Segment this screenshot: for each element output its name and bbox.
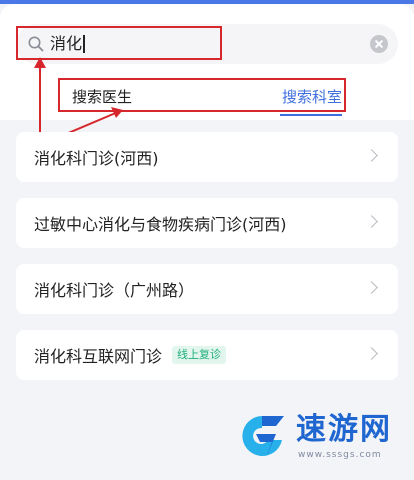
list-item[interactable]: 消化科门诊(河西) xyxy=(16,132,398,182)
department-name: 消化科门诊（广州路） xyxy=(34,281,195,300)
online-followup-badge: 线上复诊 xyxy=(172,346,227,364)
watermark-url: www.sssgs.com xyxy=(298,450,382,460)
annotation-box-tabs xyxy=(58,78,346,112)
chevron-right-icon xyxy=(365,149,378,162)
department-name: 消化科互联网门诊 xyxy=(34,347,163,366)
watermark-title: 速游网 xyxy=(296,412,392,447)
chevron-right-icon xyxy=(365,215,378,228)
department-name: 消化科门诊(河西) xyxy=(34,149,159,168)
active-tab-indicator xyxy=(280,114,342,116)
chevron-right-icon xyxy=(365,347,378,360)
watermark-logo-icon xyxy=(242,416,284,458)
watermark: 速游网 www.sssgs.com xyxy=(232,408,412,468)
list-item[interactable]: 消化科互联网门诊 线上复诊 xyxy=(16,330,398,380)
chevron-right-icon xyxy=(365,281,378,294)
department-name: 过敏中心消化与食物疾病门诊(河西) xyxy=(34,215,287,234)
clear-icon[interactable] xyxy=(370,35,388,53)
list-item[interactable]: 消化科门诊（广州路） xyxy=(16,264,398,314)
list-item[interactable]: 过敏中心消化与食物疾病门诊(河西) xyxy=(16,198,398,248)
annotation-box-search xyxy=(16,26,222,60)
